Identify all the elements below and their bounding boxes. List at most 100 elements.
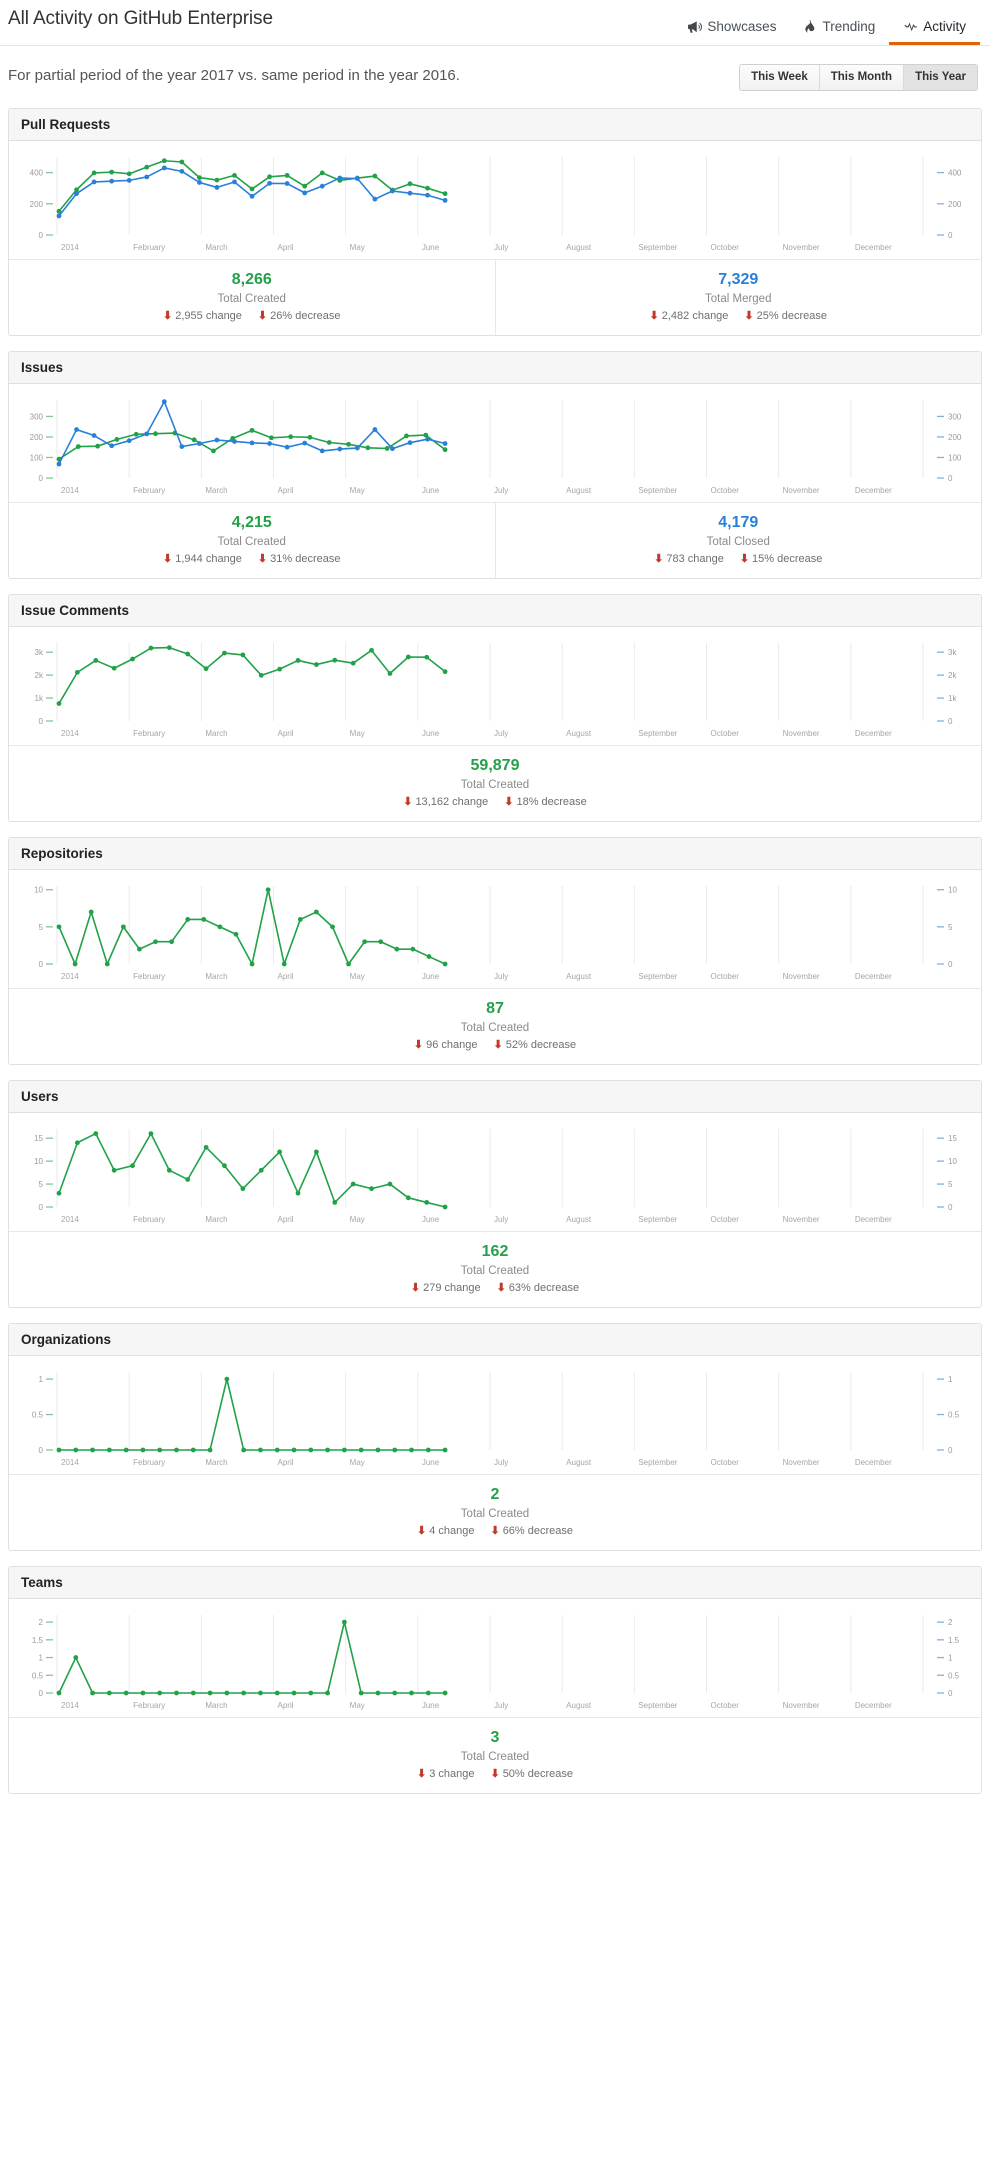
panel-title: Issues [9,352,981,384]
page-header: All Activity on GitHub Enterprise Showca… [0,0,990,46]
svg-text:October: October [711,1458,740,1467]
stat-label: Total Created [460,1265,530,1277]
svg-text:May: May [350,729,365,738]
svg-text:0.5: 0.5 [32,1671,44,1680]
stat-percent-label: 63% decrease [508,1282,580,1294]
svg-text:5: 5 [948,923,953,932]
svg-text:May: May [350,1215,365,1224]
svg-text:0: 0 [39,1689,44,1698]
stat-cell: 4,215 Total Created ⬇ 1,944 change ⬇ 31% decr… [9,503,495,578]
stat-total-value: 162 [481,1243,509,1260]
svg-text:0: 0 [948,1689,953,1698]
svg-text:August: August [566,1458,592,1467]
svg-text:400: 400 [948,169,962,178]
svg-text:July: July [494,243,508,252]
activity-line-chart: 0 0 100 100 200 200 300 300 2014 February March Apr… [30,399,962,495]
svg-text:November: November [783,1458,820,1467]
svg-text:August: August [566,729,592,738]
svg-text:May: May [350,972,365,981]
stat-deltas: ⬇ 2,482 change ⬇ 25% decrease [496,310,982,322]
stat-percent-label: 25% decrease [756,310,827,322]
svg-text:March: March [205,1215,227,1224]
stat-change: ⬇ 96 change [414,1039,478,1051]
activity-panel: Teams 0 0 0.5 0.5 1 1 1.5 1.5 2 2 2014 February March… [8,1566,982,1794]
panel-stats: 162 Total Created ⬇ 279 change ⬇ 63% decrease [9,1232,981,1307]
arrow-down-icon: ⬇ [490,1767,500,1780]
nav-item-showcases[interactable]: Showcases [674,0,790,45]
svg-text:March: March [205,972,227,981]
svg-text:November: November [783,1215,820,1224]
svg-text:June: June [422,972,440,981]
svg-text:2014: 2014 [61,486,79,495]
svg-text:July: July [494,1458,508,1467]
stat-change-label: 783 change [666,553,724,565]
stat-label: Total Created [460,1751,530,1763]
arrow-down-icon: ⬇ [744,309,754,322]
svg-text:August: August [566,1701,592,1710]
range-button-this-year[interactable]: This Year [903,65,977,90]
stat-label: Total Created [460,779,530,791]
stat-percent: ⬇ 31% decrease [258,553,341,565]
svg-text:2: 2 [948,1618,953,1627]
svg-text:400: 400 [30,169,44,178]
svg-text:June: June [422,486,440,495]
svg-text:March: March [205,1701,227,1710]
stat-change-label: 13,162 change [415,796,489,808]
svg-text:December: December [855,1701,892,1710]
panel-title: Organizations [9,1324,981,1356]
svg-text:November: November [783,486,820,495]
svg-text:100: 100 [948,453,962,462]
arrow-down-icon: ⬇ [493,1038,503,1051]
svg-text:2014: 2014 [61,729,79,738]
stat-total-value: 3 [490,1729,500,1746]
activity-panel: Issue Comments 0 0 1k 1k 2k 2k 3k 3k 2014 February… [8,594,982,822]
svg-text:2014: 2014 [61,243,79,252]
svg-text:200: 200 [30,200,44,209]
svg-text:0: 0 [39,1446,44,1455]
stat-deltas: ⬇ 4 change ⬇ 66% decrease [9,1525,981,1537]
stat-deltas: ⬇ 279 change ⬇ 63% decrease [9,1282,981,1294]
nav-item-trending[interactable]: Trending [790,0,889,45]
stat-cell: 87 Total Created ⬇ 96 change ⬇ 52% decrease [9,989,981,1064]
arrow-down-icon: ⬇ [416,1767,427,1780]
activity-panel: Organizations 0 0 0.5 0.5 1 1 2014 February March… [8,1323,982,1551]
svg-text:February: February [133,1215,165,1224]
page-title: All Activity on GitHub Enterprise [8,8,273,29]
stat-percent: ⬇ 25% decrease [744,310,827,322]
svg-text:September: September [638,1458,677,1467]
panel-chart-area: 0 0 100 100 200 200 300 300 2014 February March Apr… [9,384,981,503]
svg-text:June: June [422,1215,440,1224]
panel-stats: 8,266 Total Created ⬇ 2,955 change ⬇ 26% decr… [9,260,981,335]
panel-chart-area: 0 0 5 5 10 10 15 15 2014 February March April May Jun… [9,1113,981,1232]
nav-item-activity[interactable]: Activity [889,0,980,45]
arrow-down-icon: ⬇ [739,552,750,565]
stat-percent-label: 50% decrease [502,1768,574,1780]
stat-change: ⬇ 4 change [417,1525,474,1537]
svg-text:September: September [638,243,677,252]
range-button-this-week[interactable]: This Week [740,65,819,90]
svg-text:September: September [638,972,677,981]
svg-text:200: 200 [948,200,962,209]
svg-text:February: February [133,1701,165,1710]
activity-line-chart: 0 0 200 200 400 400 2014 February March April May J… [30,157,962,252]
svg-text:April: April [278,729,294,738]
arrow-down-icon: ⬇ [649,309,659,322]
svg-text:March: March [205,729,227,738]
stat-change-label: 4 change [429,1525,475,1537]
svg-text:February: February [133,972,165,981]
svg-text:100: 100 [30,453,44,462]
stat-label: Total Created [460,1022,530,1034]
top-nav: Showcases Trending Activity [674,0,980,46]
svg-text:October: October [711,486,740,495]
stat-label: Total Created [217,536,286,548]
arrow-down-icon: ⬇ [490,1524,500,1537]
stat-total-value: 2 [490,1486,500,1503]
activity-line-chart: 0 0 0.5 0.5 1 1 2014 February March April May June J… [32,1372,960,1467]
stat-deltas: ⬇ 783 change ⬇ 15% decrease [496,553,982,565]
stat-label: Total Closed [706,536,770,548]
range-button-this-month[interactable]: This Month [818,65,904,90]
svg-text:0: 0 [948,474,953,483]
svg-text:November: November [783,243,820,252]
subtitle-row: For partial period of the year 2017 vs. … [8,60,982,102]
stat-cell: 4,179 Total Closed ⬇ 783 change ⬇ 15% decreas… [494,503,982,578]
